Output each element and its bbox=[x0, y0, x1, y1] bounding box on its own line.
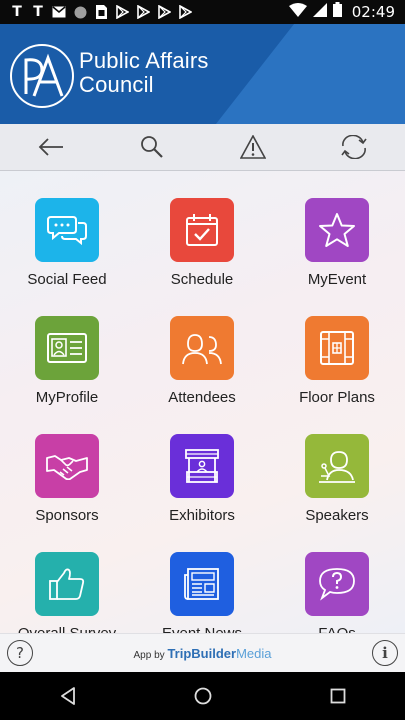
tile-label: Floor Plans bbox=[299, 389, 375, 406]
info-icon: i bbox=[382, 644, 388, 662]
organization-name-line1: Public Affairs bbox=[79, 48, 209, 73]
app-header: Public Affairs Council bbox=[0, 24, 405, 124]
tile-icon-box bbox=[35, 198, 99, 262]
people-icon bbox=[182, 334, 222, 365]
handshake-icon bbox=[46, 455, 88, 480]
tile-label: MyEvent bbox=[307, 271, 367, 288]
tile-label: Exhibitors bbox=[169, 507, 235, 524]
tile-label: Speakers bbox=[305, 507, 369, 524]
battery-icon bbox=[332, 2, 342, 22]
tile-icon-box bbox=[170, 552, 234, 616]
chat-icon bbox=[47, 216, 87, 246]
refresh-icon bbox=[341, 135, 368, 159]
tile-attendees[interactable]: Attendees bbox=[142, 316, 262, 406]
powered-by: App by TripBuilderMedia bbox=[0, 646, 405, 661]
tile-label: Event News bbox=[142, 625, 262, 633]
tile-label: Schedule bbox=[170, 271, 234, 288]
warning-icon bbox=[240, 135, 267, 159]
tile-social-feed[interactable]: Social Feed bbox=[7, 198, 127, 288]
circle-icon bbox=[73, 5, 87, 19]
organization-name: Public Affairs Council bbox=[79, 49, 209, 97]
triangle-back-icon bbox=[60, 687, 75, 705]
tile-myevent[interactable]: MyEvent bbox=[277, 198, 397, 288]
sim-icon bbox=[94, 5, 108, 19]
footer-bar: ? App by TripBuilderMedia i bbox=[0, 633, 405, 673]
tile-icon-box bbox=[170, 198, 234, 262]
tile-event-news[interactable]: Event News bbox=[142, 552, 262, 633]
tile-label: Social Feed bbox=[27, 271, 107, 288]
tile-icon-box bbox=[305, 316, 369, 380]
tile-icon-box bbox=[305, 434, 369, 498]
module-grid: Social Feed Schedule MyEvent MyProfile A… bbox=[0, 171, 405, 633]
info-button[interactable]: i bbox=[372, 640, 398, 666]
app-by-label: App by bbox=[133, 650, 165, 661]
thumbs-up-icon bbox=[49, 568, 85, 600]
wifi-icon bbox=[288, 2, 307, 22]
nav-recents-button[interactable] bbox=[318, 676, 358, 716]
brand-name-part1: TripBuilder bbox=[167, 646, 237, 661]
tile-icon-box bbox=[35, 434, 99, 498]
t-icon: T bbox=[12, 4, 22, 20]
tile-label: Attendees bbox=[168, 389, 236, 406]
cell-signal-icon bbox=[312, 2, 327, 22]
booth-icon bbox=[185, 449, 219, 483]
tile-icon-box bbox=[305, 552, 369, 616]
search-button[interactable] bbox=[132, 127, 172, 167]
header-decoration bbox=[215, 24, 405, 124]
refresh-button[interactable] bbox=[334, 127, 374, 167]
brand-name-part2: Media bbox=[236, 646, 272, 661]
back-icon bbox=[38, 138, 63, 156]
pac-logo bbox=[10, 44, 74, 108]
notification-icons: T T bbox=[0, 4, 192, 20]
clock: 02:49 bbox=[351, 3, 395, 21]
recents-square-icon bbox=[330, 688, 345, 704]
alerts-button[interactable] bbox=[233, 127, 273, 167]
play-icon bbox=[136, 5, 150, 19]
play-icon bbox=[157, 5, 171, 19]
back-button[interactable] bbox=[31, 127, 71, 167]
nav-home-button[interactable] bbox=[183, 676, 223, 716]
tile-icon-box bbox=[170, 434, 234, 498]
nav-back-button[interactable] bbox=[48, 676, 88, 716]
mail-icon bbox=[52, 5, 66, 19]
tile-label: FAQs bbox=[277, 625, 397, 633]
tile-label: Sponsors bbox=[35, 507, 99, 524]
tile-icon-box bbox=[35, 552, 99, 616]
tile-floor-plans[interactable]: Floor Plans bbox=[277, 316, 397, 406]
home-circle-icon bbox=[194, 687, 211, 705]
tile-schedule[interactable]: Schedule bbox=[142, 198, 262, 288]
organization-name-line2: Council bbox=[79, 72, 154, 97]
tile-speakers[interactable]: Speakers bbox=[277, 434, 397, 524]
tile-icon-box bbox=[170, 316, 234, 380]
tile-icon-box bbox=[305, 198, 369, 262]
search-icon bbox=[140, 136, 163, 158]
tile-label: Overall Survey bbox=[7, 625, 127, 633]
system-nav-bar bbox=[0, 672, 405, 720]
floor-plan-icon bbox=[320, 331, 354, 365]
tile-faqs[interactable]: FAQs bbox=[277, 552, 397, 633]
news-icon bbox=[184, 568, 219, 600]
play-icon bbox=[178, 5, 192, 19]
tile-sponsors[interactable]: Sponsors bbox=[7, 434, 127, 524]
tile-overall-survey[interactable]: Overall Survey bbox=[7, 552, 127, 633]
status-bar: T T 02:49 bbox=[0, 0, 405, 24]
star-icon bbox=[319, 213, 355, 247]
play-icon bbox=[115, 5, 129, 19]
system-indicators: 02:49 bbox=[288, 2, 405, 22]
t-icon: T bbox=[33, 4, 43, 20]
id-card-icon bbox=[47, 333, 87, 363]
tile-label: MyProfile bbox=[35, 389, 99, 406]
tile-myprofile[interactable]: MyProfile bbox=[7, 316, 127, 406]
speaker-icon bbox=[319, 451, 355, 483]
toolbar bbox=[0, 124, 405, 171]
tile-exhibitors[interactable]: Exhibitors bbox=[142, 434, 262, 524]
calendar-icon bbox=[186, 214, 218, 246]
tile-icon-box bbox=[35, 316, 99, 380]
question-bubble-icon bbox=[319, 568, 355, 601]
